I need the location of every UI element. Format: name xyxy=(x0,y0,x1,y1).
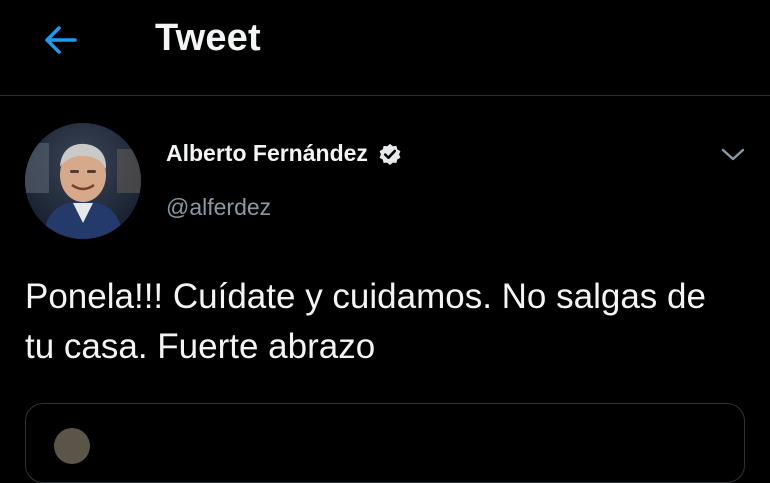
author-row: Alberto Fernández xyxy=(166,140,403,167)
quoted-tweet-card[interactable] xyxy=(25,403,745,483)
top-bar: Tweet xyxy=(0,0,770,96)
verified-badge-icon xyxy=(379,143,401,165)
back-button[interactable] xyxy=(36,18,84,62)
author-handle[interactable]: @alferdez xyxy=(166,194,271,221)
tweet-text: Ponela!!! Cuídate y cuidamos. No salgas … xyxy=(25,277,706,366)
tweet-menu-button[interactable] xyxy=(716,140,750,170)
page-title: Tweet xyxy=(155,17,261,59)
author-name[interactable]: Alberto Fernández xyxy=(166,140,368,167)
avatar[interactable] xyxy=(25,123,141,239)
chevron-down-icon xyxy=(721,148,745,161)
back-arrow-icon xyxy=(45,26,77,54)
quoted-avatar xyxy=(54,428,90,464)
author-photo xyxy=(25,123,141,239)
